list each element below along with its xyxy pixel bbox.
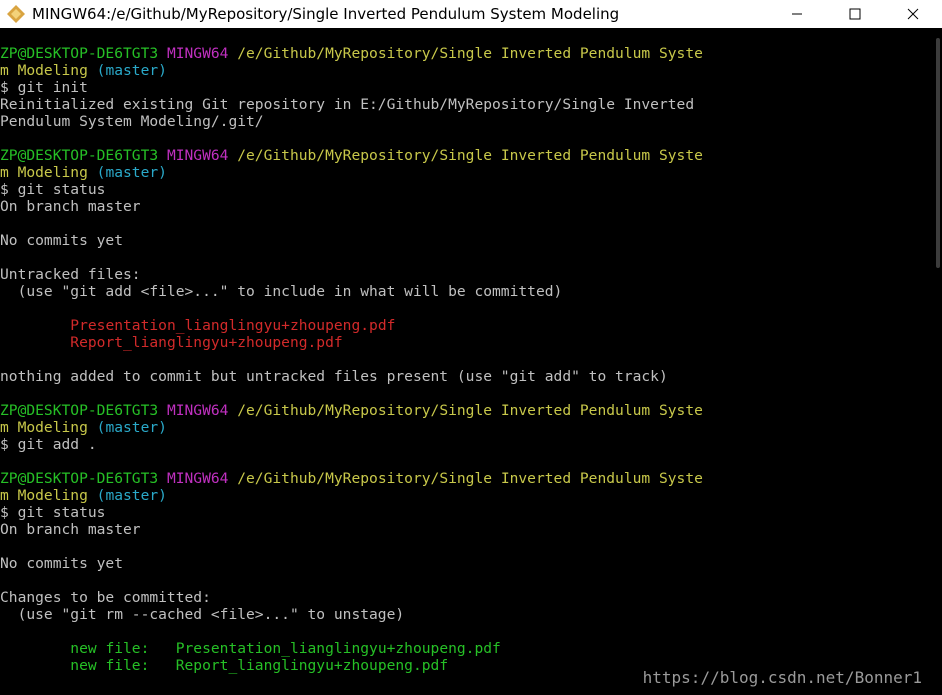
terminal-text-segment: $ git status: [0, 181, 106, 198]
terminal-text-segment: MINGW64: [166, 470, 238, 487]
terminal-line: ZP@DESKTOP-DE6TGT3 MINGW64 /e/Github/MyR…: [0, 147, 703, 164]
terminal-line: No commits yet: [0, 555, 703, 572]
terminal-text-segment: $ git init: [0, 79, 88, 96]
terminal-text-segment: ZP@DESKTOP-DE6TGT3: [0, 402, 167, 419]
terminal-text-segment: $ git add .: [0, 436, 97, 453]
terminal-text-segment: new file: Presentation_lianglingyu+zhoup…: [70, 640, 501, 657]
terminal-line: ZP@DESKTOP-DE6TGT3 MINGW64 /e/Github/MyR…: [0, 402, 703, 419]
terminal-line: m Modeling (master): [0, 164, 703, 181]
terminal-text-segment: On branch master: [0, 521, 141, 538]
terminal-text-segment: m Modeling: [0, 62, 97, 79]
terminal-lines: ZP@DESKTOP-DE6TGT3 MINGW64 /e/Github/MyR…: [0, 45, 703, 674]
terminal-text-segment: (master): [96, 487, 167, 504]
terminal-line: $ git status: [0, 504, 703, 521]
maximize-button[interactable]: [826, 0, 884, 28]
terminal-text-segment: Untracked files:: [0, 266, 141, 283]
maximize-icon: [849, 8, 861, 20]
terminal-line: No commits yet: [0, 232, 703, 249]
terminal-text-segment: $ git status: [0, 504, 106, 521]
terminal-text-segment: /e/Github/MyRepository/Single Inverted P…: [237, 147, 703, 164]
git-bash-diamond-icon: [7, 5, 25, 23]
terminal-line: m Modeling (master): [0, 62, 703, 79]
watermark: https://blog.csdn.net/Bonner1: [642, 668, 922, 687]
terminal-text-segment: Changes to be committed:: [0, 589, 211, 606]
terminal-text-segment: (use "git rm --cached <file>..." to unst…: [0, 606, 405, 623]
terminal-line: $ git status: [0, 181, 703, 198]
terminal-text-segment: Pendulum System Modeling/.git/: [0, 113, 264, 130]
terminal-text-segment: MINGW64: [166, 147, 238, 164]
terminal-line: Reinitialized existing Git repository in…: [0, 96, 703, 113]
terminal-line: $ git add .: [0, 436, 703, 453]
terminal-text-segment: m Modeling: [0, 164, 97, 181]
terminal-text-segment: /e/Github/MyRepository/Single Inverted P…: [237, 470, 703, 487]
window-controls: [768, 0, 942, 28]
title-bar[interactable]: MINGW64:/e/Github/MyRepository/Single In…: [0, 0, 942, 28]
terminal-text-segment: On branch master: [0, 198, 141, 215]
terminal-text-segment: No commits yet: [0, 555, 124, 572]
terminal-line: nothing added to commit but untracked fi…: [0, 368, 703, 385]
terminal-text-segment: new file: Report_lianglingyu+zhoupeng.pd…: [70, 657, 449, 674]
terminal-line: Changes to be committed:: [0, 589, 703, 606]
terminal-line: $ git init: [0, 79, 703, 96]
terminal-text-segment: Report_lianglingyu+zhoupeng.pdf: [70, 334, 343, 351]
terminal-line: m Modeling (master): [0, 487, 703, 504]
terminal-text-segment: No commits yet: [0, 232, 124, 249]
terminal-line: new file: Report_lianglingyu+zhoupeng.pd…: [0, 657, 703, 674]
terminal-text-segment: ZP@DESKTOP-DE6TGT3: [0, 147, 167, 164]
window-title: MINGW64:/e/Github/MyRepository/Single In…: [32, 5, 620, 23]
terminal-line: On branch master: [0, 521, 703, 538]
terminal-line: Pendulum System Modeling/.git/: [0, 113, 703, 130]
terminal-line: new file: Presentation_lianglingyu+zhoup…: [0, 640, 703, 657]
close-icon: [907, 8, 919, 20]
terminal-text-segment: m Modeling: [0, 487, 97, 504]
terminal-line: Report_lianglingyu+zhoupeng.pdf: [0, 334, 703, 351]
terminal-line: Untracked files:: [0, 266, 703, 283]
terminal-text-segment: MINGW64: [166, 45, 238, 62]
terminal-text-segment: Presentation_lianglingyu+zhoupeng.pdf: [70, 317, 396, 334]
terminal-text-segment: (master): [96, 164, 167, 181]
terminal-text-segment: /e/Github/MyRepository/Single Inverted P…: [237, 402, 703, 419]
terminal-text-segment: ZP@DESKTOP-DE6TGT3: [0, 470, 167, 487]
scrollbar-thumb[interactable]: [936, 38, 940, 268]
terminal-line: (use "git rm --cached <file>..." to unst…: [0, 606, 703, 623]
terminal-line: On branch master: [0, 198, 703, 215]
minimize-button[interactable]: [768, 0, 826, 28]
terminal-line: m Modeling (master): [0, 419, 703, 436]
close-button[interactable]: [884, 0, 942, 28]
terminal-line: (use "git add <file>..." to include in w…: [0, 283, 703, 300]
terminal-output[interactable]: ZP@DESKTOP-DE6TGT3 MINGW64 /e/Github/MyR…: [0, 28, 934, 695]
terminal-line: Presentation_lianglingyu+zhoupeng.pdf: [0, 317, 703, 334]
terminal-text-segment: Reinitialized existing Git repository in…: [0, 96, 695, 113]
terminal-text-segment: (master): [96, 62, 167, 79]
terminal-text-segment: ZP@DESKTOP-DE6TGT3: [0, 45, 167, 62]
terminal-text-segment: (use "git add <file>..." to include in w…: [0, 283, 563, 300]
terminal-text-segment: /e/Github/MyRepository/Single Inverted P…: [237, 45, 703, 62]
minimize-icon: [792, 13, 802, 15]
terminal-line: ZP@DESKTOP-DE6TGT3 MINGW64 /e/Github/MyR…: [0, 470, 703, 487]
terminal-line: ZP@DESKTOP-DE6TGT3 MINGW64 /e/Github/MyR…: [0, 45, 703, 62]
terminal-text-segment: m Modeling: [0, 419, 97, 436]
vertical-scrollbar[interactable]: [934, 28, 942, 695]
terminal-text-segment: MINGW64: [166, 402, 238, 419]
terminal-text-segment: nothing added to commit but untracked fi…: [0, 368, 668, 385]
terminal-text-segment: (master): [96, 419, 167, 436]
